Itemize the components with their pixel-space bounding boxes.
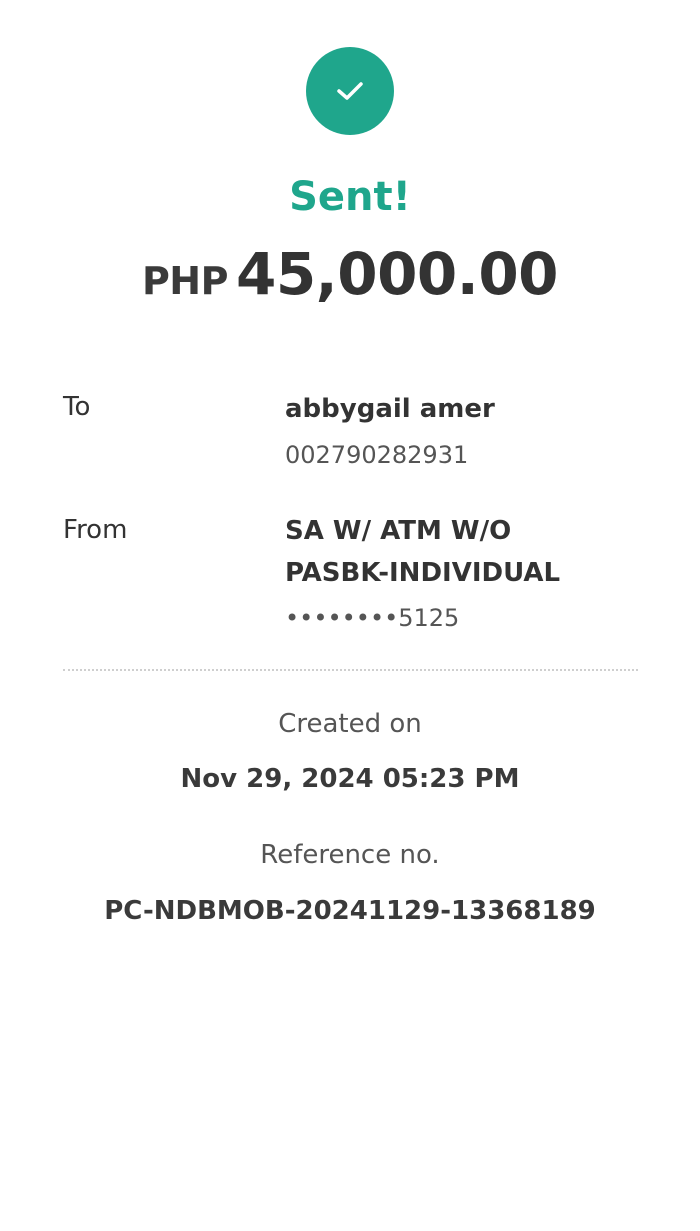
amount-display: PHP 45,000.00 [0, 240, 700, 308]
status-title: Sent! [289, 174, 411, 220]
success-check-badge [306, 47, 394, 135]
checkmark-icon [337, 82, 363, 100]
reference-value: PC-NDBMOB-20241129-13368189 [104, 896, 596, 926]
to-label: To [63, 392, 91, 422]
source-account-masked: ••••••••5125 [285, 604, 460, 632]
created-on-value: Nov 29, 2024 05:23 PM [180, 764, 520, 794]
recipient-account-number: 002790282931 [285, 441, 469, 469]
reference-label: Reference no. [260, 840, 440, 870]
source-account-type-line1: SA W/ ATM W/O [285, 516, 512, 546]
amount-currency: PHP [141, 259, 229, 303]
created-on-label: Created on [278, 709, 422, 739]
dotted-divider [63, 669, 638, 671]
amount-value: 45,000.00 [235, 240, 559, 308]
source-account-type-line2: PASBK-INDIVIDUAL [285, 558, 561, 588]
from-label: From [63, 515, 128, 545]
recipient-name: abbygail amer [285, 394, 495, 424]
